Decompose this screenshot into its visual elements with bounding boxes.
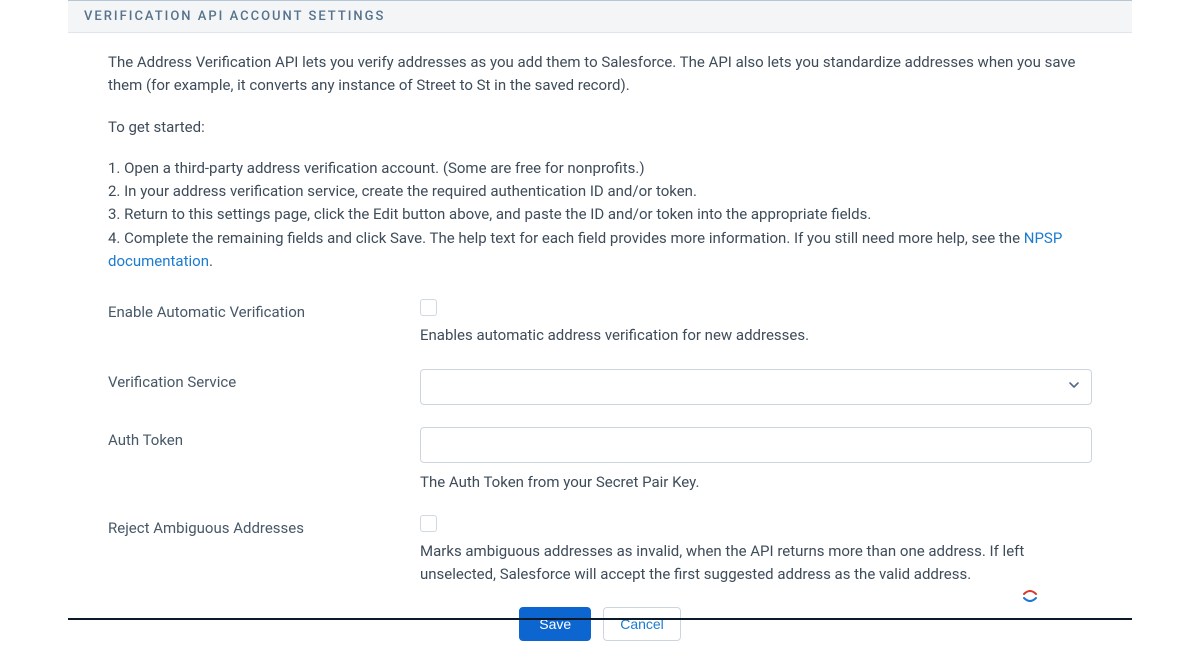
auth-token-help: The Auth Token from your Secret Pair Key… [420,471,1092,494]
auth-token-label: Auth Token [108,427,420,449]
verification-service-row: Verification Service [108,369,1092,405]
step-2: 2. In your address verification service,… [108,180,1092,203]
step-3: 3. Return to this settings page, click t… [108,203,1092,226]
verification-service-select[interactable] [420,369,1092,405]
step-4-pre: 4. Complete the remaining fields and cli… [108,229,1024,247]
enable-auto-help: Enables automatic address verification f… [420,324,1092,347]
enable-auto-label: Enable Automatic Verification [108,299,420,321]
step-1: 1. Open a third-party address verificati… [108,157,1092,180]
auth-token-row: Auth Token The Auth Token from your Secr… [108,427,1092,494]
reject-ambiguous-row: Reject Ambiguous Addresses Marks ambiguo… [108,515,1092,585]
scroll-indicator-icon[interactable] [1020,586,1040,606]
reject-ambiguous-label: Reject Ambiguous Addresses [108,515,420,537]
enable-automatic-verification-row: Enable Automatic Verification Enables au… [108,299,1092,347]
cancel-button[interactable]: Cancel [603,607,681,641]
reject-ambiguous-checkbox[interactable] [420,515,437,532]
getting-started-steps: 1. Open a third-party address verificati… [108,157,1092,273]
step-4: 4. Complete the remaining fields and cli… [108,227,1092,274]
section-header: VERIFICATION API ACCOUNT SETTINGS [68,1,1132,33]
bottom-border [68,618,1132,620]
intro-text: The Address Verification API lets you ve… [108,51,1092,139]
enable-auto-checkbox[interactable] [420,299,437,316]
save-button[interactable]: Save [519,607,591,641]
button-row: Save Cancel [108,607,1092,647]
intro-paragraph-1: The Address Verification API lets you ve… [108,51,1092,98]
intro-paragraph-2: To get started: [108,116,1092,139]
step-4-post: . [209,252,213,270]
auth-token-input[interactable] [420,427,1092,463]
verification-service-label: Verification Service [108,369,420,391]
verification-service-select-wrap [420,369,1092,405]
settings-panel: VERIFICATION API ACCOUNT SETTINGS The Ad… [68,1,1132,647]
settings-form: Enable Automatic Verification Enables au… [108,299,1092,647]
reject-ambiguous-help: Marks ambiguous addresses as invalid, wh… [420,540,1092,585]
